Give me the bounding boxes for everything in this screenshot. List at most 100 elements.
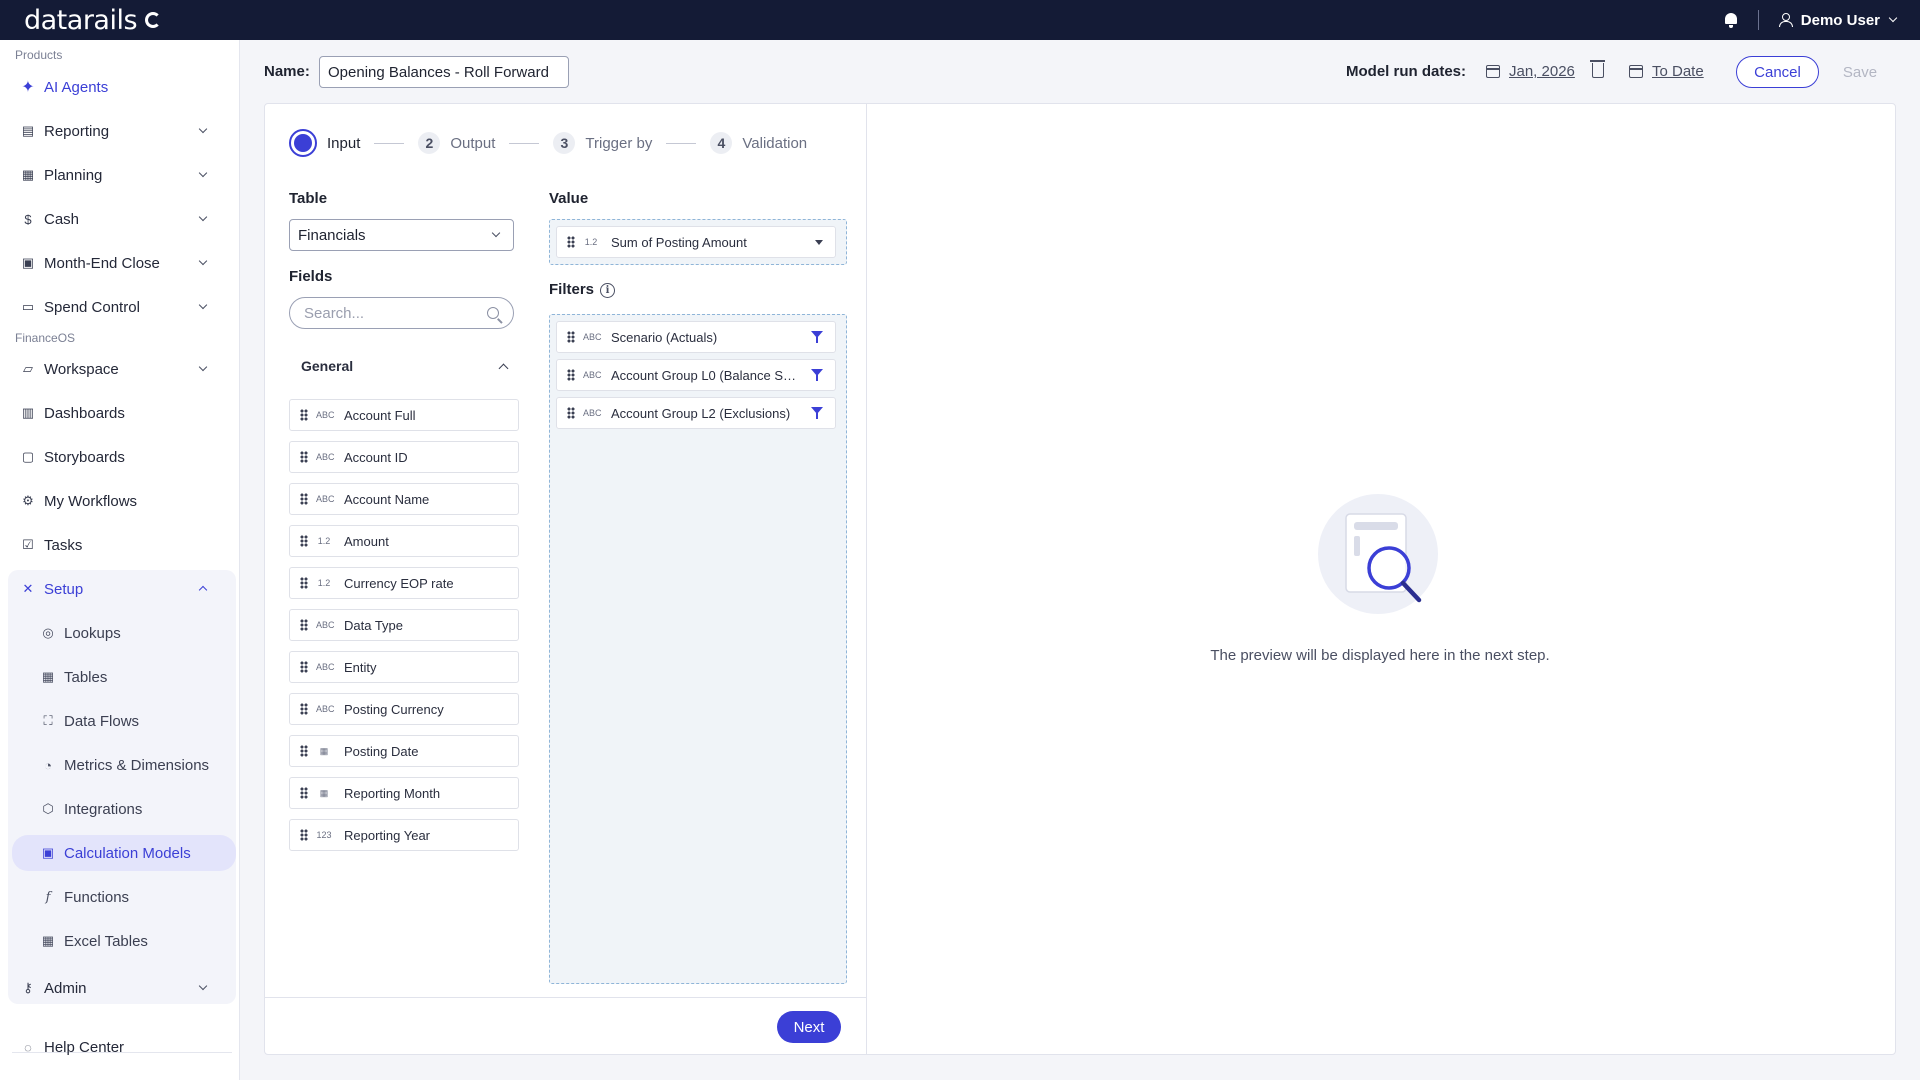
field-item[interactable]: ABC Entity bbox=[289, 651, 519, 683]
drag-handle-icon[interactable] bbox=[300, 787, 308, 799]
filter-icon[interactable] bbox=[811, 369, 823, 381]
drag-handle-icon[interactable] bbox=[300, 577, 308, 589]
sidebar-item-integrations[interactable]: ⬡ Integrations bbox=[12, 791, 236, 827]
field-item[interactable]: ABC Posting Currency bbox=[289, 693, 519, 725]
bell-icon[interactable] bbox=[1724, 12, 1738, 28]
sidebar-item-my-workflows[interactable]: ⚙ My Workflows bbox=[12, 483, 228, 519]
value-item[interactable]: 1.2 Sum of Posting Amount bbox=[556, 226, 836, 258]
field-item[interactable]: 123 Reporting Year bbox=[289, 819, 519, 851]
sidebar-item-storyboards[interactable]: ▢ Storyboards bbox=[12, 439, 228, 475]
save-button[interactable]: Save bbox=[1830, 56, 1890, 88]
drag-handle-icon[interactable] bbox=[567, 369, 575, 381]
sidebar-item-tables[interactable]: ▦ Tables bbox=[12, 659, 236, 695]
sidebar-item-month-end-close[interactable]: ▣ Month-End Close bbox=[12, 245, 228, 281]
user-menu[interactable]: Demo User bbox=[1801, 12, 1880, 29]
field-item[interactable]: ABC Account Full bbox=[289, 399, 519, 431]
sidebar-item-tasks[interactable]: ☑ Tasks bbox=[12, 527, 228, 563]
drag-handle-icon[interactable] bbox=[567, 407, 575, 419]
value-drop-zone[interactable]: 1.2 Sum of Posting Amount bbox=[549, 219, 847, 265]
drag-handle-icon[interactable] bbox=[300, 745, 308, 757]
sidebar-item-label: Dashboards bbox=[44, 404, 125, 422]
sidebar-item-setup[interactable]: ✕ Setup bbox=[12, 571, 228, 607]
sidebar-item-reporting[interactable]: ▤ Reporting bbox=[12, 113, 228, 149]
lightbulb-icon: ◌ bbox=[24, 1039, 32, 1055]
drag-handle-icon[interactable] bbox=[300, 493, 308, 505]
sidebar-item-data-flows[interactable]: ⛶ Data Flows bbox=[12, 703, 236, 739]
sidebar-item-label: Lookups bbox=[64, 624, 121, 642]
function-icon: f bbox=[45, 889, 51, 905]
drag-handle-icon[interactable] bbox=[300, 661, 308, 673]
group-general-header[interactable]: General bbox=[289, 344, 519, 388]
chevron-down-icon bbox=[198, 124, 208, 134]
step-output[interactable]: 2 Output bbox=[418, 132, 495, 154]
text-type-icon: ABC bbox=[316, 620, 335, 630]
sidebar-item-ai-agents[interactable]: ✦ AI Agents bbox=[12, 69, 228, 105]
name-label: Name: bbox=[264, 63, 310, 80]
sidebar-item-excel-tables[interactable]: ▦ Excel Tables bbox=[12, 923, 236, 959]
date-from-link[interactable]: Jan, 2026 bbox=[1486, 63, 1575, 80]
step-validation[interactable]: 4 Validation bbox=[710, 132, 807, 154]
sidebar-item-lookups[interactable]: ◎ Lookups bbox=[12, 615, 236, 651]
drag-handle-icon[interactable] bbox=[567, 236, 575, 248]
footer-divider bbox=[265, 997, 866, 998]
sidebar-item-cash[interactable]: $ Cash bbox=[12, 201, 228, 237]
field-item[interactable]: ABC Account ID bbox=[289, 441, 519, 473]
filter-icon[interactable] bbox=[811, 331, 823, 343]
table-select[interactable]: Financials bbox=[289, 219, 514, 251]
drag-handle-icon[interactable] bbox=[300, 703, 308, 715]
sidebar-item-workspace[interactable]: ▱ Workspace bbox=[12, 351, 228, 387]
info-icon[interactable]: i bbox=[600, 282, 616, 298]
filter-item[interactable]: ABC Account Group L2 (Exclusions) bbox=[556, 397, 836, 429]
sidebar-item-admin[interactable]: ⚷ Admin bbox=[12, 970, 228, 1006]
sidebar-item-label: My Workflows bbox=[44, 492, 138, 510]
text-type-icon: ABC bbox=[583, 370, 602, 380]
field-name: Account Full bbox=[344, 407, 416, 423]
tools-icon: ✕ bbox=[22, 581, 34, 596]
logo-text: datarails bbox=[24, 4, 138, 36]
field-item[interactable]: ▦ Posting Date bbox=[289, 735, 519, 767]
sidebar-item-label: AI Agents bbox=[44, 78, 109, 96]
filters-drop-zone[interactable]: ABC Scenario (Actuals) ABC Account Group… bbox=[549, 314, 847, 984]
field-item[interactable]: 1.2 Amount bbox=[289, 525, 519, 557]
sidebar-item-metrics-dimensions[interactable]: ◔ Metrics & Dimensions bbox=[12, 747, 236, 783]
table-select-value: Financials bbox=[298, 226, 366, 244]
field-item[interactable]: ABC Data Type bbox=[289, 609, 519, 641]
sidebar-item-planning[interactable]: ▦ Planning bbox=[12, 157, 228, 193]
calendar-icon: ▣ bbox=[21, 255, 35, 270]
chevron-down-icon bbox=[198, 981, 208, 991]
step-trigger-by[interactable]: 3 Trigger by bbox=[553, 132, 652, 154]
fields-search-input[interactable]: Search... bbox=[289, 297, 514, 329]
model-run-dates-label: Model run dates: bbox=[1346, 63, 1467, 80]
floppy-disk-icon: ▣ bbox=[41, 845, 55, 860]
drag-handle-icon[interactable] bbox=[300, 409, 308, 421]
trash-icon[interactable] bbox=[1590, 60, 1605, 78]
sparkle-icon: ✦ bbox=[21, 79, 35, 96]
filter-item[interactable]: ABC Scenario (Actuals) bbox=[556, 321, 836, 353]
model-name-input[interactable]: Opening Balances - Roll Forward bbox=[319, 56, 569, 88]
sidebar-item-functions[interactable]: f Functions bbox=[12, 879, 236, 915]
field-item[interactable]: 1.2 Currency EOP rate bbox=[289, 567, 519, 599]
sidebar-item-spend-control[interactable]: ▭ Spend Control bbox=[12, 289, 228, 325]
drag-handle-icon[interactable] bbox=[300, 535, 308, 547]
filter-item[interactable]: ABC Account Group L0 (Balance Sheet) bbox=[556, 359, 836, 391]
drag-handle-icon[interactable] bbox=[300, 829, 308, 841]
sidebar-item-label: Admin bbox=[44, 979, 87, 997]
caret-down-icon[interactable] bbox=[815, 239, 823, 245]
sidebar-item-calculation-models[interactable]: ▣ Calculation Models bbox=[12, 835, 236, 871]
step-input[interactable]: Input bbox=[289, 129, 360, 157]
field-item[interactable]: ▦ Reporting Month bbox=[289, 777, 519, 809]
next-button[interactable]: Next bbox=[777, 1011, 841, 1043]
drag-handle-icon[interactable] bbox=[300, 451, 308, 463]
chevron-down-icon[interactable] bbox=[1888, 13, 1898, 23]
chevron-down-icon bbox=[198, 256, 208, 266]
sidebar-item-dashboards[interactable]: ▥ Dashboards bbox=[12, 395, 228, 431]
date-to-link[interactable]: To Date bbox=[1629, 63, 1704, 80]
chevron-down-icon bbox=[198, 212, 208, 222]
datarails-logo[interactable]: datarails bbox=[24, 4, 162, 36]
field-item[interactable]: ABC Account Name bbox=[289, 483, 519, 515]
cancel-button[interactable]: Cancel bbox=[1736, 56, 1819, 88]
sidebar-item-help-center[interactable]: ◌ Help Center bbox=[12, 1029, 228, 1065]
filter-icon[interactable] bbox=[811, 407, 823, 419]
drag-handle-icon[interactable] bbox=[567, 331, 575, 343]
drag-handle-icon[interactable] bbox=[300, 619, 308, 631]
